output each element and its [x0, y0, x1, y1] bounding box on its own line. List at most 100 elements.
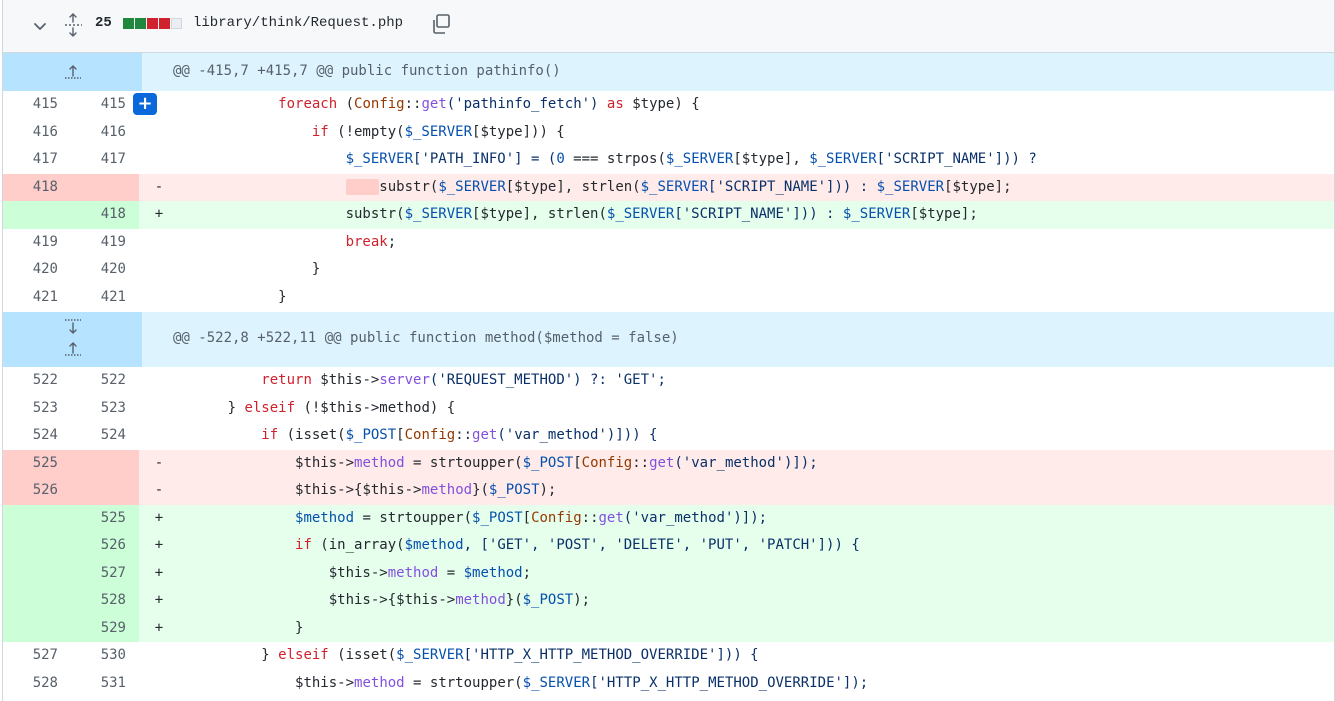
file-header: 25 library/think/Request.php [3, 0, 1334, 53]
old-line-number[interactable] [3, 587, 71, 615]
diffstat-block [123, 18, 134, 29]
new-line-number[interactable]: 527 [71, 559, 139, 587]
new-line-number[interactable]: 526 [71, 532, 139, 560]
code-token: $this-> [396, 592, 456, 608]
new-line-number[interactable] [71, 449, 139, 477]
code-token: foreach [278, 96, 338, 112]
old-line-number[interactable]: 418 [3, 173, 71, 201]
old-line-number[interactable]: 523 [3, 395, 71, 423]
code-token: = strtoupper( [354, 509, 473, 526]
expand-all-icon[interactable] [62, 12, 84, 38]
diff-line-deleted: 526 - $this->{$this->method}($_POST); [3, 477, 1334, 505]
diffstat [123, 18, 182, 29]
old-line-number[interactable]: 416 [3, 119, 71, 147]
new-line-number[interactable]: 421 [71, 284, 139, 312]
diff-line: 419 419 break; [3, 229, 1334, 257]
code-token: (!empty( [328, 123, 405, 140]
old-line-number[interactable]: 526 [3, 477, 71, 505]
diff-line: 421 421 } [3, 284, 1334, 312]
code-token: $_SERVER [404, 123, 473, 140]
code-token: :: [581, 509, 599, 526]
expand-down-icon[interactable] [62, 316, 84, 338]
diff-marker: - [154, 482, 164, 498]
hunk-expander[interactable] [3, 53, 142, 91]
new-line-number[interactable]: 416 [71, 119, 139, 147]
new-line-number[interactable]: 417 [71, 146, 139, 174]
diff-line: 416 416 if (!empty($_SERVER[$type])) { [3, 119, 1334, 147]
new-line-number[interactable]: 522 [71, 367, 139, 395]
new-line-number[interactable] [71, 173, 139, 201]
new-line-number[interactable]: 524 [71, 422, 139, 450]
old-line-number[interactable]: 528 [3, 670, 71, 698]
code-token: [$type]; [910, 206, 978, 222]
old-line-number[interactable]: 415 [3, 91, 71, 119]
new-line-number[interactable]: 530 [71, 642, 139, 670]
code-token: $_SERVER [640, 178, 709, 195]
code-token: ('var_method')])) { [497, 427, 658, 443]
old-line-number[interactable]: 421 [3, 284, 71, 312]
expand-up-icon[interactable] [62, 339, 84, 359]
new-line-number[interactable]: 531 [71, 670, 139, 698]
code-token: (isset( [328, 647, 397, 663]
code-token: substr( [345, 206, 405, 222]
file-path[interactable]: library/think/Request.php [193, 15, 403, 31]
new-line-number[interactable]: 529 [71, 614, 139, 642]
hunk-expander[interactable] [3, 312, 142, 367]
new-line-number[interactable]: 523 [71, 395, 139, 423]
code-line: } [177, 615, 303, 643]
add-comment-button[interactable]: + [133, 93, 157, 115]
old-line-number[interactable]: 525 [3, 449, 71, 477]
new-line-number[interactable]: 415 [71, 91, 139, 119]
code-token: (!$this->method) { [295, 399, 456, 416]
old-line-number[interactable] [3, 504, 71, 532]
code-token: } [227, 399, 245, 416]
diff-line-deleted: 418 - substr($_SERVER[$type], strlen($_S… [3, 173, 1334, 201]
old-line-number[interactable] [3, 614, 71, 642]
code-token: method [387, 564, 439, 581]
diff-marker: + [154, 619, 164, 636]
code-token: $method [295, 509, 355, 526]
code-token: === strpos( [564, 151, 666, 167]
code-line: if (in_array($method, ['GET', 'POST', 'D… [177, 532, 860, 560]
code-token: ['HTTP_X_HTTP_METHOD_OVERRIDE'])) { [463, 647, 759, 663]
code-token: $_SERVER [665, 151, 734, 167]
chevron-down-icon[interactable] [30, 16, 50, 36]
code-token: ['PATH_INFO'] = ( [413, 151, 557, 167]
old-line-number[interactable]: 417 [3, 146, 71, 174]
code-token: $_POST [522, 592, 574, 608]
code-token: ); [539, 482, 557, 498]
old-line-number[interactable]: 522 [3, 367, 71, 395]
code-token: Config [531, 509, 582, 526]
expand-up-icon[interactable] [62, 62, 84, 82]
code-token: if [261, 427, 279, 443]
old-line-number[interactable]: 419 [3, 229, 71, 257]
new-line-number[interactable]: 418 [71, 201, 139, 229]
new-line-number[interactable]: 525 [71, 504, 139, 532]
code-line: $this->{$this->method}($_POST); [177, 587, 590, 615]
copy-icon[interactable] [430, 13, 452, 35]
code-line: break; [177, 229, 397, 257]
code-token: $_POST [522, 454, 574, 471]
code-token: (in_array( [311, 537, 405, 553]
code-token: $_POST [345, 427, 397, 443]
code-token: $this-> [295, 454, 355, 471]
diff-line-added: 526 + if (in_array($method, ['GET', 'POS… [3, 532, 1334, 560]
hunk-header: @@ -415,7 +415,7 @@ public function path… [3, 53, 1334, 91]
code-token: } [295, 619, 304, 636]
new-line-number[interactable]: 528 [71, 587, 139, 615]
new-line-number[interactable]: 420 [71, 256, 139, 284]
old-line-number[interactable] [3, 559, 71, 587]
old-line-number[interactable] [3, 201, 71, 229]
old-line-number[interactable]: 527 [3, 642, 71, 670]
diff-marker: + [154, 509, 164, 526]
old-line-number[interactable]: 420 [3, 256, 71, 284]
code-token: $_POST [472, 509, 523, 526]
new-line-number[interactable] [71, 477, 139, 505]
code-line: } [177, 256, 320, 284]
new-line-number[interactable]: 419 [71, 229, 139, 257]
code-token: Config [404, 427, 456, 443]
old-line-number[interactable]: 524 [3, 422, 71, 450]
code-token: } [311, 261, 321, 277]
old-line-number[interactable] [3, 532, 71, 560]
code-token: [$type])) { [472, 123, 565, 140]
